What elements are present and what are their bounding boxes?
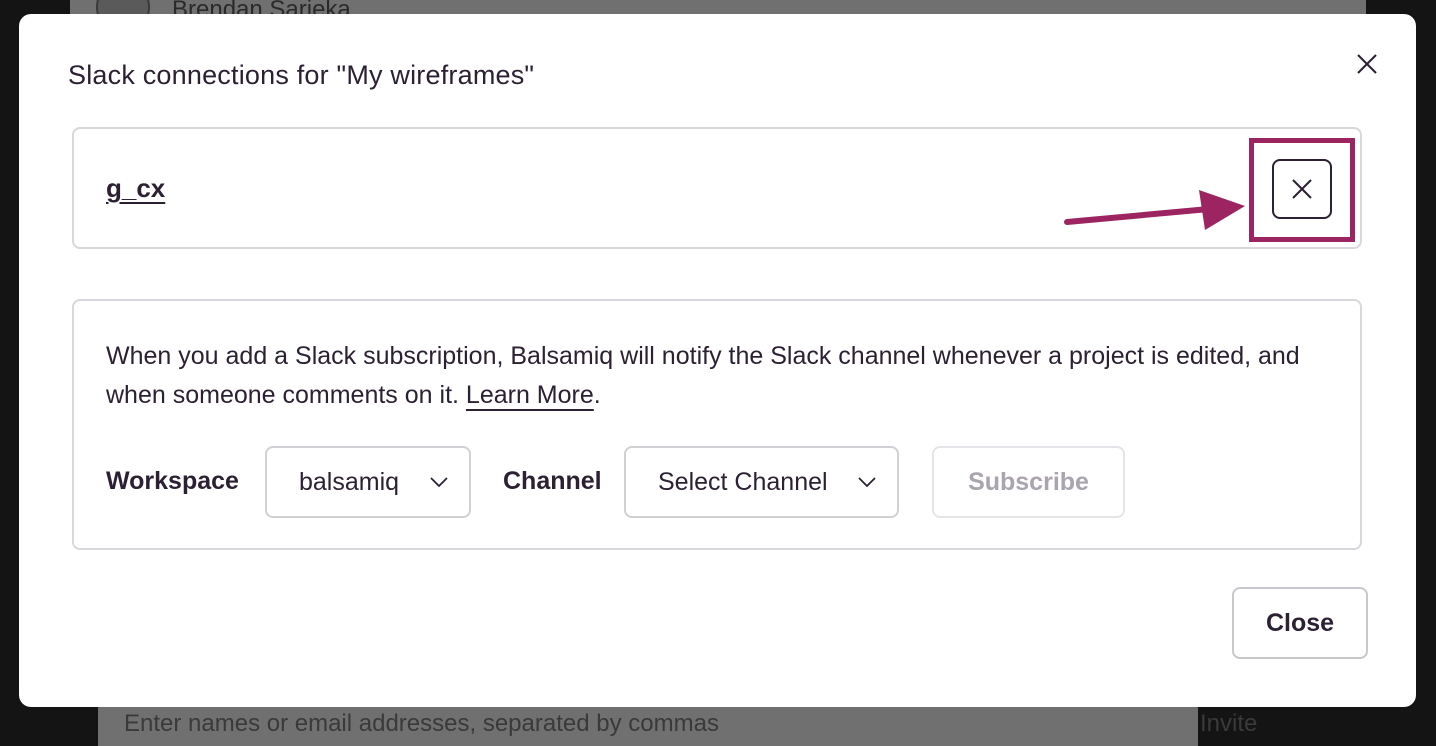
channel-label: Channel	[503, 467, 602, 495]
description-text: When you add a Slack subscription, Balsa…	[106, 342, 1300, 409]
slack-connections-dialog: Slack connections for "My wireframes" g_…	[19, 14, 1416, 707]
chevron-down-icon	[429, 476, 469, 488]
subscribe-button[interactable]: Subscribe	[932, 446, 1125, 518]
remove-connection-button[interactable]	[1272, 159, 1332, 219]
background-invite-button: Invite	[1200, 710, 1258, 737]
background-invite-input: Enter names or email addresses, separate…	[124, 710, 719, 737]
dialog-title: Slack connections for "My wireframes"	[68, 60, 535, 90]
workspace-label: Workspace	[106, 467, 239, 495]
description-period: .	[593, 381, 601, 409]
learn-more-link[interactable]: Learn More	[466, 381, 594, 409]
close-button[interactable]: Close	[1232, 587, 1368, 659]
workspace-select-value: balsamiq	[299, 467, 400, 496]
close-icon	[1292, 179, 1312, 199]
subscription-description: When you add a Slack subscription, Balsa…	[106, 337, 1316, 415]
channel-select-value: Select Channel	[658, 467, 828, 496]
arrow-right-icon	[1064, 190, 1245, 230]
subscription-card: When you add a Slack subscription, Balsa…	[72, 299, 1362, 550]
connection-name-link[interactable]: g_cx	[106, 173, 165, 204]
chevron-down-icon	[857, 476, 897, 488]
close-icon	[1357, 54, 1377, 74]
channel-select[interactable]: Select Channel	[624, 446, 899, 518]
dialog-close-button[interactable]	[1353, 50, 1381, 78]
workspace-select[interactable]: balsamiq	[265, 446, 471, 518]
